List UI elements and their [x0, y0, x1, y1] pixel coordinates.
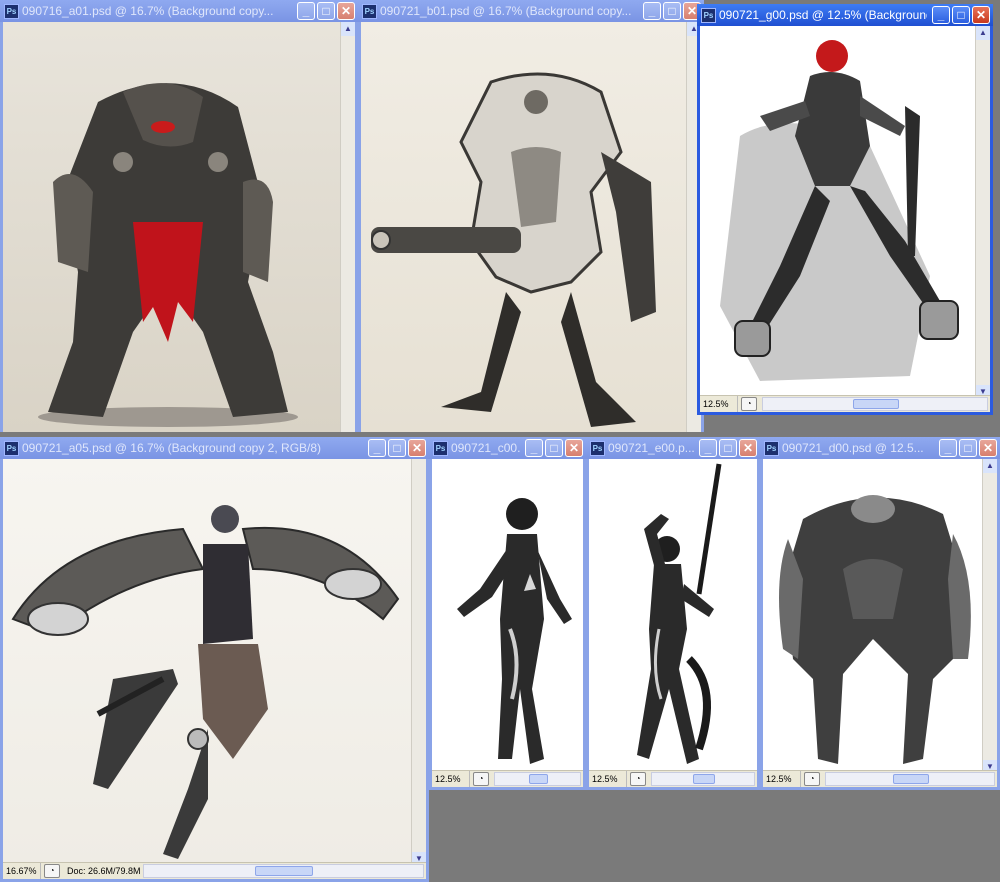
maximize-button[interactable]: □	[952, 6, 970, 24]
navigator-icon[interactable]: ◔	[473, 772, 489, 786]
title-bar[interactable]: Ps 090721_a05.psd @ 16.7% (Background co…	[0, 437, 429, 459]
photoshop-icon: Ps	[764, 441, 779, 456]
navigator-icon[interactable]: ◔	[630, 772, 646, 786]
minimize-button[interactable]: _	[368, 439, 386, 457]
zoom-level[interactable]: 12.5%	[700, 396, 738, 412]
title-bar[interactable]: Ps 090721_g00.psd @ 12.5% (Background...…	[697, 4, 993, 26]
window-title: 090721_a05.psd @ 16.7% (Background copy …	[22, 441, 322, 455]
vertical-scrollbar[interactable]: ▲ ▼	[982, 459, 997, 774]
red-haired-warrior-artwork	[720, 40, 959, 381]
armored-warrior-artwork	[38, 83, 298, 427]
scroll-thumb[interactable]	[852, 399, 900, 409]
navigator-icon[interactable]: ◔	[44, 864, 60, 878]
zoom-level[interactable]: 12.5%	[589, 771, 627, 787]
status-bar: 12.5% ◔	[432, 770, 583, 787]
minimize-button[interactable]: _	[699, 439, 717, 457]
navigator-icon[interactable]: ◔	[804, 772, 820, 786]
window-title: 090716_a01.psd @ 16.7% (Background copy.…	[22, 4, 274, 18]
photoshop-icon: Ps	[4, 4, 19, 19]
window-title: 090721_e00.p...	[608, 441, 694, 455]
hunched-creature-artwork	[779, 495, 971, 764]
horizontal-scrollbar[interactable]	[142, 864, 424, 878]
sword-woman-artwork	[637, 463, 722, 764]
status-bar: 12.5% ◔	[589, 770, 757, 787]
document-window-b01[interactable]: Ps 090721_b01.psd @ 16.7% (Background co…	[358, 0, 704, 432]
winged-chainsaw-warrior-artwork	[11, 505, 400, 859]
status-bar: 12.5% ◔	[700, 395, 990, 412]
scroll-thumb[interactable]	[255, 866, 314, 876]
status-bar: 16.67% ◔ Doc: 26.6M/79.8M	[3, 862, 426, 879]
artwork-canvas[interactable]	[589, 459, 757, 774]
document-window-d00[interactable]: Ps 090721_d00.psd @ 12.5... _ □ ✕ ▲ ▼ 12…	[760, 437, 1000, 790]
maximize-button[interactable]: □	[663, 2, 681, 20]
scroll-up-icon[interactable]: ▲	[983, 459, 997, 473]
maximize-button[interactable]: □	[959, 439, 977, 457]
document-window-g00[interactable]: Ps 090721_g00.psd @ 12.5% (Background...…	[697, 4, 993, 415]
title-bar[interactable]: Ps 090721_e00.p... _ □ ✕	[586, 437, 760, 459]
scroll-thumb[interactable]	[893, 774, 929, 784]
document-window-a01[interactable]: Ps 090716_a01.psd @ 16.7% (Background co…	[0, 0, 358, 432]
maximize-button[interactable]: □	[545, 439, 563, 457]
vertical-scrollbar[interactable]: ▲	[340, 22, 355, 432]
document-window-a05[interactable]: Ps 090721_a05.psd @ 16.7% (Background co…	[0, 437, 429, 882]
artwork-canvas[interactable]	[3, 22, 344, 432]
close-button[interactable]: ✕	[408, 439, 426, 457]
artwork-canvas[interactable]	[700, 26, 976, 399]
maximize-button[interactable]: □	[719, 439, 737, 457]
vertical-scrollbar[interactable]: ▼	[411, 459, 426, 866]
maximize-button[interactable]: □	[317, 2, 335, 20]
window-title: 090721_g00.psd @ 12.5% (Background...	[719, 8, 927, 22]
vertical-scrollbar[interactable]: ▲ ▼	[975, 26, 990, 399]
scroll-up-icon[interactable]: ▲	[341, 22, 355, 36]
window-title: 090721_c00.p...	[451, 441, 520, 455]
mech-robot-artwork	[371, 72, 656, 427]
document-size: Doc: 26.6M/79.8M	[67, 866, 141, 876]
artwork-canvas[interactable]	[361, 22, 701, 432]
zoom-level[interactable]: 12.5%	[432, 771, 470, 787]
window-title: 090721_b01.psd @ 16.7% (Background copy.…	[380, 4, 632, 18]
horizontal-scrollbar[interactable]	[762, 397, 988, 411]
horizontal-scrollbar[interactable]	[825, 772, 995, 786]
minimize-button[interactable]: _	[932, 6, 950, 24]
photoshop-icon: Ps	[590, 441, 605, 456]
navigator-icon[interactable]: ◔	[741, 397, 757, 411]
artwork-canvas[interactable]	[763, 459, 983, 774]
artwork-canvas[interactable]	[3, 459, 412, 866]
scroll-thumb[interactable]	[529, 774, 548, 784]
close-button[interactable]: ✕	[337, 2, 355, 20]
status-bar: 12.5% ◔	[763, 770, 997, 787]
scroll-up-icon[interactable]: ▲	[976, 26, 990, 40]
horizontal-scrollbar[interactable]	[651, 772, 755, 786]
title-bar[interactable]: Ps 090721_b01.psd @ 16.7% (Background co…	[358, 0, 704, 22]
close-button[interactable]: ✕	[565, 439, 583, 457]
title-bar[interactable]: Ps 090721_d00.psd @ 12.5... _ □ ✕	[760, 437, 1000, 459]
document-window-e00[interactable]: Ps 090721_e00.p... _ □ ✕ 12.5% ◔	[586, 437, 760, 790]
photoshop-icon: Ps	[4, 441, 19, 456]
zoom-level[interactable]: 12.5%	[763, 771, 801, 787]
title-bar[interactable]: Ps 090716_a01.psd @ 16.7% (Background co…	[0, 0, 358, 22]
close-button[interactable]: ✕	[979, 439, 997, 457]
minimize-button[interactable]: _	[525, 439, 543, 457]
title-bar[interactable]: Ps 090721_c00.p... _ □ ✕	[429, 437, 586, 459]
maximize-button[interactable]: □	[388, 439, 406, 457]
photoshop-icon: Ps	[433, 441, 448, 456]
black-suit-woman-artwork	[457, 498, 572, 764]
scroll-thumb[interactable]	[692, 774, 716, 784]
minimize-button[interactable]: _	[643, 2, 661, 20]
minimize-button[interactable]: _	[297, 2, 315, 20]
close-button[interactable]: ✕	[739, 439, 757, 457]
close-button[interactable]: ✕	[972, 6, 990, 24]
horizontal-scrollbar[interactable]	[494, 772, 581, 786]
minimize-button[interactable]: _	[939, 439, 957, 457]
artwork-canvas[interactable]	[432, 459, 583, 774]
photoshop-icon: Ps	[362, 4, 377, 19]
zoom-level[interactable]: 16.67%	[3, 863, 41, 879]
document-window-c00[interactable]: Ps 090721_c00.p... _ □ ✕ 12.5% ◔	[429, 437, 586, 790]
photoshop-icon: Ps	[701, 8, 716, 23]
window-title: 090721_d00.psd @ 12.5...	[782, 441, 924, 455]
